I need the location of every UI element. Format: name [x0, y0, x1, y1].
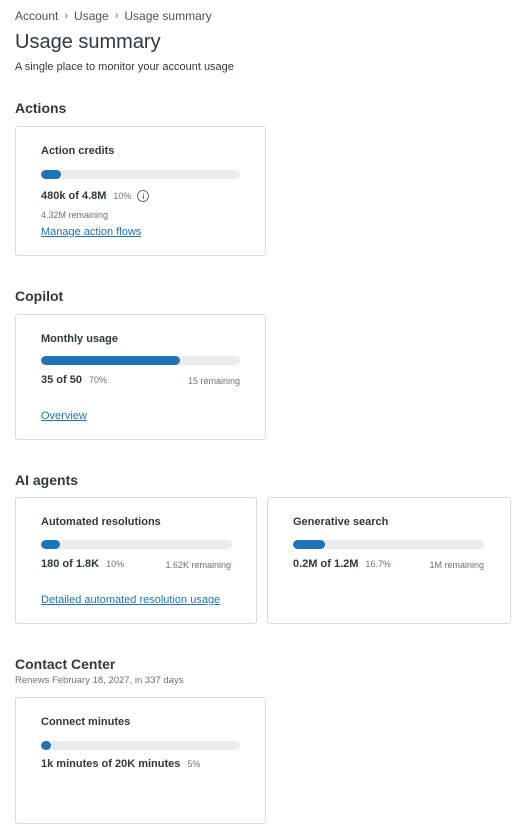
- card-title: Monthly usage: [41, 333, 119, 345]
- section-title-contact-center: Contact Center: [15, 656, 116, 672]
- progress-bar: [41, 741, 240, 750]
- usage-percent: 5%: [187, 759, 201, 769]
- page-title: Usage summary: [15, 31, 161, 53]
- monthly-usage-card: Monthly usage 35 of 50 70% 15 remaining …: [15, 314, 266, 440]
- usage-percent: 10%: [106, 559, 125, 569]
- section-title-actions: Actions: [15, 100, 67, 116]
- card-title: Action credits: [41, 145, 115, 157]
- info-icon[interactable]: i: [137, 190, 150, 202]
- progress-bar: [41, 170, 240, 179]
- card-title: Connect minutes: [41, 716, 131, 728]
- usage-stat: 35 of 50 70%: [41, 374, 107, 386]
- usage-value: 35 of 50: [41, 374, 82, 386]
- action-credits-card: Action credits 480k of 4.8M 10% i 4.32M …: [15, 126, 266, 256]
- automated-resolutions-card: Automated resolutions 180 of 1.8K 10% 1.…: [15, 497, 257, 624]
- progress-fill: [41, 170, 61, 179]
- card-title: Automated resolutions: [41, 516, 161, 528]
- usage-percent: 70%: [88, 375, 107, 385]
- usage-value: 1k minutes of 20K minutes: [41, 758, 181, 770]
- progress-bar: [293, 540, 484, 549]
- remaining-text: 15 remaining: [187, 376, 240, 386]
- progress-bar: [41, 356, 240, 365]
- breadcrumb-current: Usage summary: [124, 9, 212, 23]
- usage-value: 180 of 1.8K: [41, 558, 100, 570]
- usage-stat: 480k of 4.8M 10% i: [41, 190, 150, 202]
- breadcrumb-account-link[interactable]: Account: [15, 9, 58, 23]
- progress-fill: [41, 356, 181, 365]
- connect-minutes-card: Connect minutes 1k minutes of 20K minute…: [15, 697, 266, 824]
- chevron-right-icon: ›: [114, 10, 119, 22]
- usage-stat: 1k minutes of 20K minutes 5%: [41, 758, 200, 770]
- progress-fill: [41, 741, 51, 750]
- remaining-text: 4.32M remaining: [41, 210, 109, 220]
- breadcrumb: Account › Usage › Usage summary: [15, 9, 212, 23]
- overview-link[interactable]: Overview: [41, 410, 87, 422]
- progress-bar: [41, 540, 232, 549]
- section-title-copilot: Copilot: [15, 288, 64, 304]
- page-subtitle: A single place to monitor your account u…: [15, 61, 234, 73]
- automated-resolution-usage-link[interactable]: Detailed automated resolution usage: [41, 594, 220, 606]
- progress-fill: [293, 540, 325, 549]
- renewal-text: Renews February 18, 2027, in 337 days: [15, 675, 184, 686]
- chevron-right-icon: ›: [64, 10, 69, 22]
- usage-stat: 180 of 1.8K 10%: [41, 558, 124, 570]
- section-title-ai-agents: AI agents: [15, 472, 79, 488]
- manage-action-flows-link[interactable]: Manage action flows: [41, 226, 141, 238]
- usage-value: 480k of 4.8M: [41, 190, 107, 202]
- remaining-text: 1M remaining: [429, 560, 484, 570]
- usage-stat: 0.2M of 1.2M 16.7%: [293, 558, 391, 570]
- breadcrumb-usage-link[interactable]: Usage: [74, 9, 109, 23]
- generative-search-card: Generative search 0.2M of 1.2M 16.7% 1M …: [267, 497, 511, 624]
- remaining-text: 1.62K remaining: [165, 560, 231, 570]
- usage-percent: 10%: [113, 191, 132, 201]
- progress-fill: [41, 540, 61, 549]
- usage-percent: 16.7%: [365, 559, 391, 569]
- usage-value: 0.2M of 1.2M: [293, 558, 359, 570]
- card-title: Generative search: [293, 516, 389, 528]
